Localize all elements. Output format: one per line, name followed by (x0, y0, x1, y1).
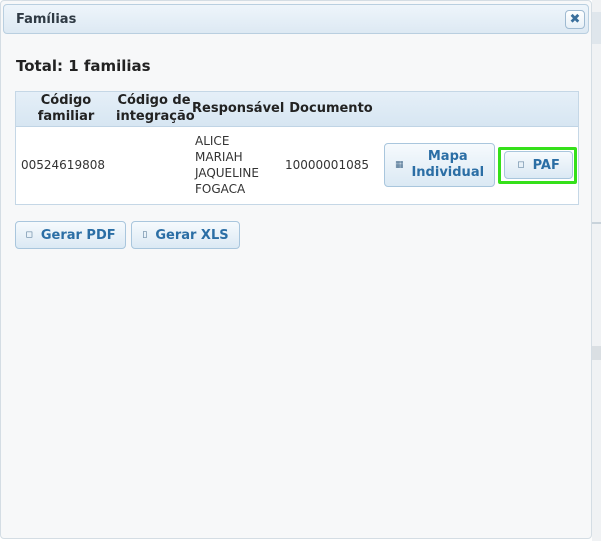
total-label: Total: 1 familias (16, 57, 151, 75)
header-responsavel: Responsável (192, 101, 285, 116)
book-icon: ▦ (394, 160, 404, 170)
background-page-edge (592, 0, 601, 541)
background-block (592, 12, 601, 44)
mapa-individual-label: Mapa Individual (411, 149, 485, 180)
gerar-xls-button[interactable]: ▯ Gerar XLS (131, 221, 240, 249)
spreadsheet-icon: ▯ (142, 230, 148, 240)
dialog-titlebar: Famílias ✖ (3, 4, 589, 34)
gerar-pdf-button[interactable]: ◻ Gerar PDF (15, 221, 126, 249)
cell-codigo-familiar: 00524619808 (21, 158, 105, 172)
close-icon: ✖ (569, 12, 581, 27)
header-documento: Documento (289, 101, 373, 116)
document-icon: ◻ (25, 230, 33, 240)
cell-responsavel: ALICE MARIAH JAQUELINE FOGACA (195, 134, 259, 196)
cell-documento: 10000001085 (285, 158, 369, 172)
dialog-title: Famílias (16, 12, 77, 27)
familias-dialog: Famílias ✖ Total: 1 familias Código fami… (0, 0, 592, 539)
background-divider (592, 222, 601, 224)
focus-highlight (498, 147, 577, 184)
gerar-pdf-label: Gerar PDF (40, 227, 116, 243)
background-block (592, 346, 601, 360)
header-codigo-integracao: Código de integração (116, 93, 195, 124)
table-header: Código familiar Código de integração Res… (16, 92, 578, 127)
mapa-individual-button[interactable]: ▦ Mapa Individual (384, 143, 495, 187)
gerar-xls-label: Gerar XLS (155, 227, 229, 243)
close-button[interactable]: ✖ (565, 10, 585, 29)
header-codigo-familiar: Código familiar (37, 93, 95, 124)
